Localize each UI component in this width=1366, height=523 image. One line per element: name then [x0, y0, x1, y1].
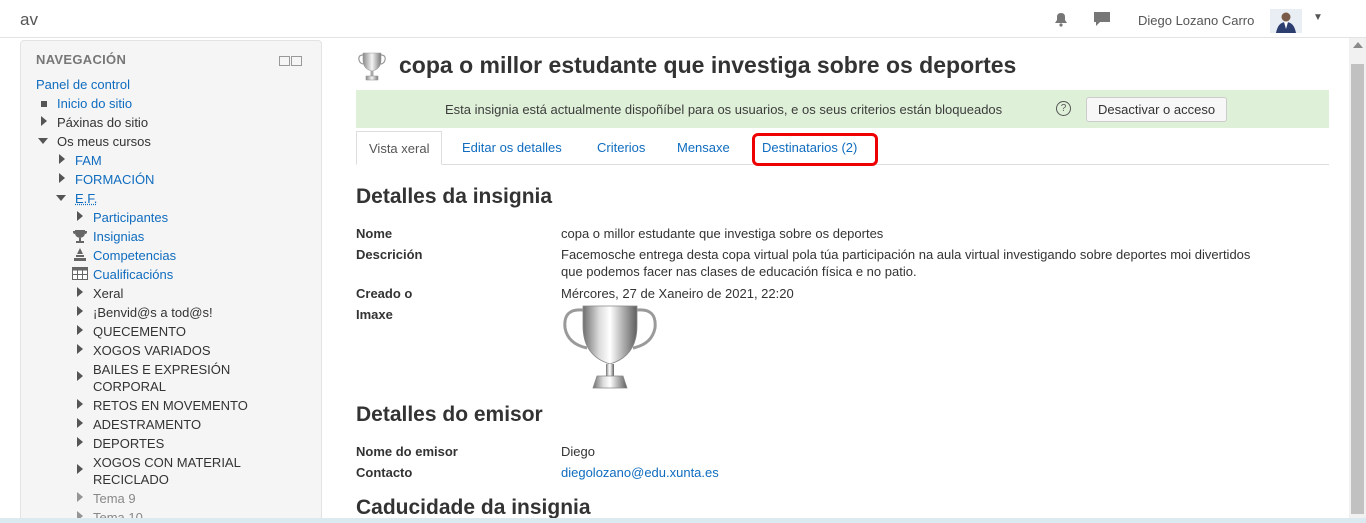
nav-item-badges[interactable]: Insignias — [93, 228, 144, 245]
tab-message[interactable]: Mensaxe — [677, 131, 730, 165]
alert-message: Esta insignia está actualmente dispoñíbe… — [445, 102, 1003, 117]
competencies-icon — [74, 248, 86, 261]
nav-item-section[interactable]: Tema 9 — [93, 490, 136, 507]
top-navbar: av Diego Lozano Carro ▼ — [0, 0, 1366, 38]
expand-arrow-icon[interactable] — [59, 154, 65, 164]
created-label: Creado o — [356, 286, 413, 301]
issuer-name-value: Diego — [561, 444, 595, 459]
scrollbar-thumb[interactable] — [1351, 64, 1364, 514]
nav-item-section[interactable]: BAILES E EXPRESIÓN CORPORAL — [93, 361, 253, 395]
nav-item-course-ef[interactable]: E.F. — [75, 190, 97, 207]
expand-arrow-icon[interactable] — [77, 344, 83, 354]
expand-arrow-icon[interactable] — [77, 492, 83, 502]
expand-arrow-icon[interactable] — [77, 399, 83, 409]
nav-item-site-home[interactable]: Inicio do sitio — [57, 95, 132, 112]
collapse-arrow-icon[interactable] — [38, 138, 48, 144]
expiry-heading: Caducidade da insignia — [356, 496, 591, 519]
badge-details-heading: Detalles da insignia — [356, 185, 553, 208]
nav-item-participants[interactable]: Participantes — [93, 209, 168, 226]
expand-arrow-icon[interactable] — [77, 306, 83, 316]
expand-arrow-icon[interactable] — [77, 371, 83, 381]
bottom-strip — [0, 518, 1366, 523]
nav-item-site-pages[interactable]: Páxinas do sitio — [57, 114, 148, 131]
nav-item-competencies[interactable]: Competencias — [93, 247, 176, 264]
deactivate-access-button[interactable]: Desactivar o acceso — [1086, 97, 1228, 122]
contact-email-link[interactable]: diegolozano@edu.xunta.es — [561, 464, 719, 481]
chevron-down-icon[interactable]: ▼ — [1313, 12, 1323, 23]
tab-edit-details[interactable]: Editar os detalles — [462, 131, 562, 165]
nav-item-section[interactable]: XOGOS VARIADOS — [93, 342, 211, 359]
dock-icon[interactable] — [279, 56, 290, 66]
expand-arrow-icon[interactable] — [77, 325, 83, 335]
image-label: Imaxe — [356, 307, 393, 322]
site-brand[interactable]: av — [20, 10, 38, 30]
vertical-scrollbar[interactable] — [1349, 38, 1366, 523]
issuer-details-heading: Detalles do emisor — [356, 403, 543, 426]
scroll-up-icon[interactable] — [1353, 42, 1363, 48]
badge-image — [563, 305, 657, 389]
badge-trophy-icon — [358, 52, 386, 81]
nav-item-section[interactable]: Xeral — [93, 285, 123, 302]
navigation-block: NAVEGACIÓN Panel de control Inicio do si… — [20, 40, 322, 523]
recipients-tab-highlight — [752, 133, 878, 166]
expand-arrow-icon[interactable] — [77, 418, 83, 428]
name-label: Nome — [356, 226, 393, 241]
user-name[interactable]: Diego Lozano Carro — [1138, 13, 1254, 28]
block-controls — [279, 54, 303, 69]
tab-overview[interactable]: Vista xeral — [356, 131, 443, 165]
nav-item-section[interactable]: ¡Benvid@s a tod@s! — [93, 304, 213, 321]
description-value-line-1: Facemosche entrega desta copa virtual po… — [561, 247, 1251, 262]
nav-item-course-fam[interactable]: FAM — [75, 152, 102, 169]
trophy-icon — [73, 230, 87, 243]
page-title: copa o millor estudante que investiga so… — [399, 52, 1017, 78]
messages-icon[interactable] — [1093, 11, 1111, 27]
issuer-name-label: Nome do emisor — [356, 444, 458, 459]
expand-arrow-icon[interactable] — [77, 287, 83, 297]
expand-arrow-icon[interactable] — [59, 173, 65, 183]
bullet-icon — [41, 101, 47, 107]
collapse-icon[interactable] — [291, 56, 302, 66]
nav-item-section[interactable]: QUECEMENTO — [93, 323, 186, 340]
nav-item-course-formacion[interactable]: FORMACIÓN — [75, 171, 154, 188]
expand-arrow-icon[interactable] — [77, 211, 83, 221]
description-label: Descrición — [356, 247, 423, 262]
grades-icon — [72, 267, 88, 280]
nav-item-section[interactable]: RETOS EN MOVEMENTO — [93, 397, 248, 414]
nav-item-section[interactable]: DEPORTES — [93, 435, 164, 452]
help-icon[interactable]: ? — [1056, 101, 1071, 116]
expand-arrow-icon[interactable] — [77, 464, 83, 474]
expand-arrow-icon[interactable] — [77, 437, 83, 447]
navigation-title: NAVEGACIÓN — [36, 52, 127, 67]
nav-item-my-courses[interactable]: Os meus cursos — [57, 133, 151, 150]
nav-item-dashboard[interactable]: Panel de control — [36, 76, 130, 93]
avatar[interactable] — [1270, 9, 1302, 33]
nav-item-grades[interactable]: Cualificacións — [93, 266, 173, 283]
contact-label: Contacto — [356, 465, 413, 480]
tab-criteria[interactable]: Criterios — [597, 131, 645, 165]
name-value: copa o millor estudante que investiga so… — [561, 226, 884, 241]
created-value: Mércores, 27 de Xaneiro de 2021, 22:20 — [561, 286, 794, 301]
collapse-arrow-icon[interactable] — [56, 195, 66, 201]
description-value-line-2: que podemos facer nas clases de educació… — [561, 264, 917, 279]
nav-item-section[interactable]: ADESTRAMENTO — [93, 416, 201, 433]
nav-item-section[interactable]: XOGOS CON MATERIAL RECICLADO — [93, 454, 273, 488]
expand-arrow-icon[interactable] — [41, 116, 47, 126]
notifications-icon[interactable] — [1052, 11, 1070, 27]
status-alert: Esta insignia está actualmente dispoñíbe… — [356, 90, 1329, 128]
